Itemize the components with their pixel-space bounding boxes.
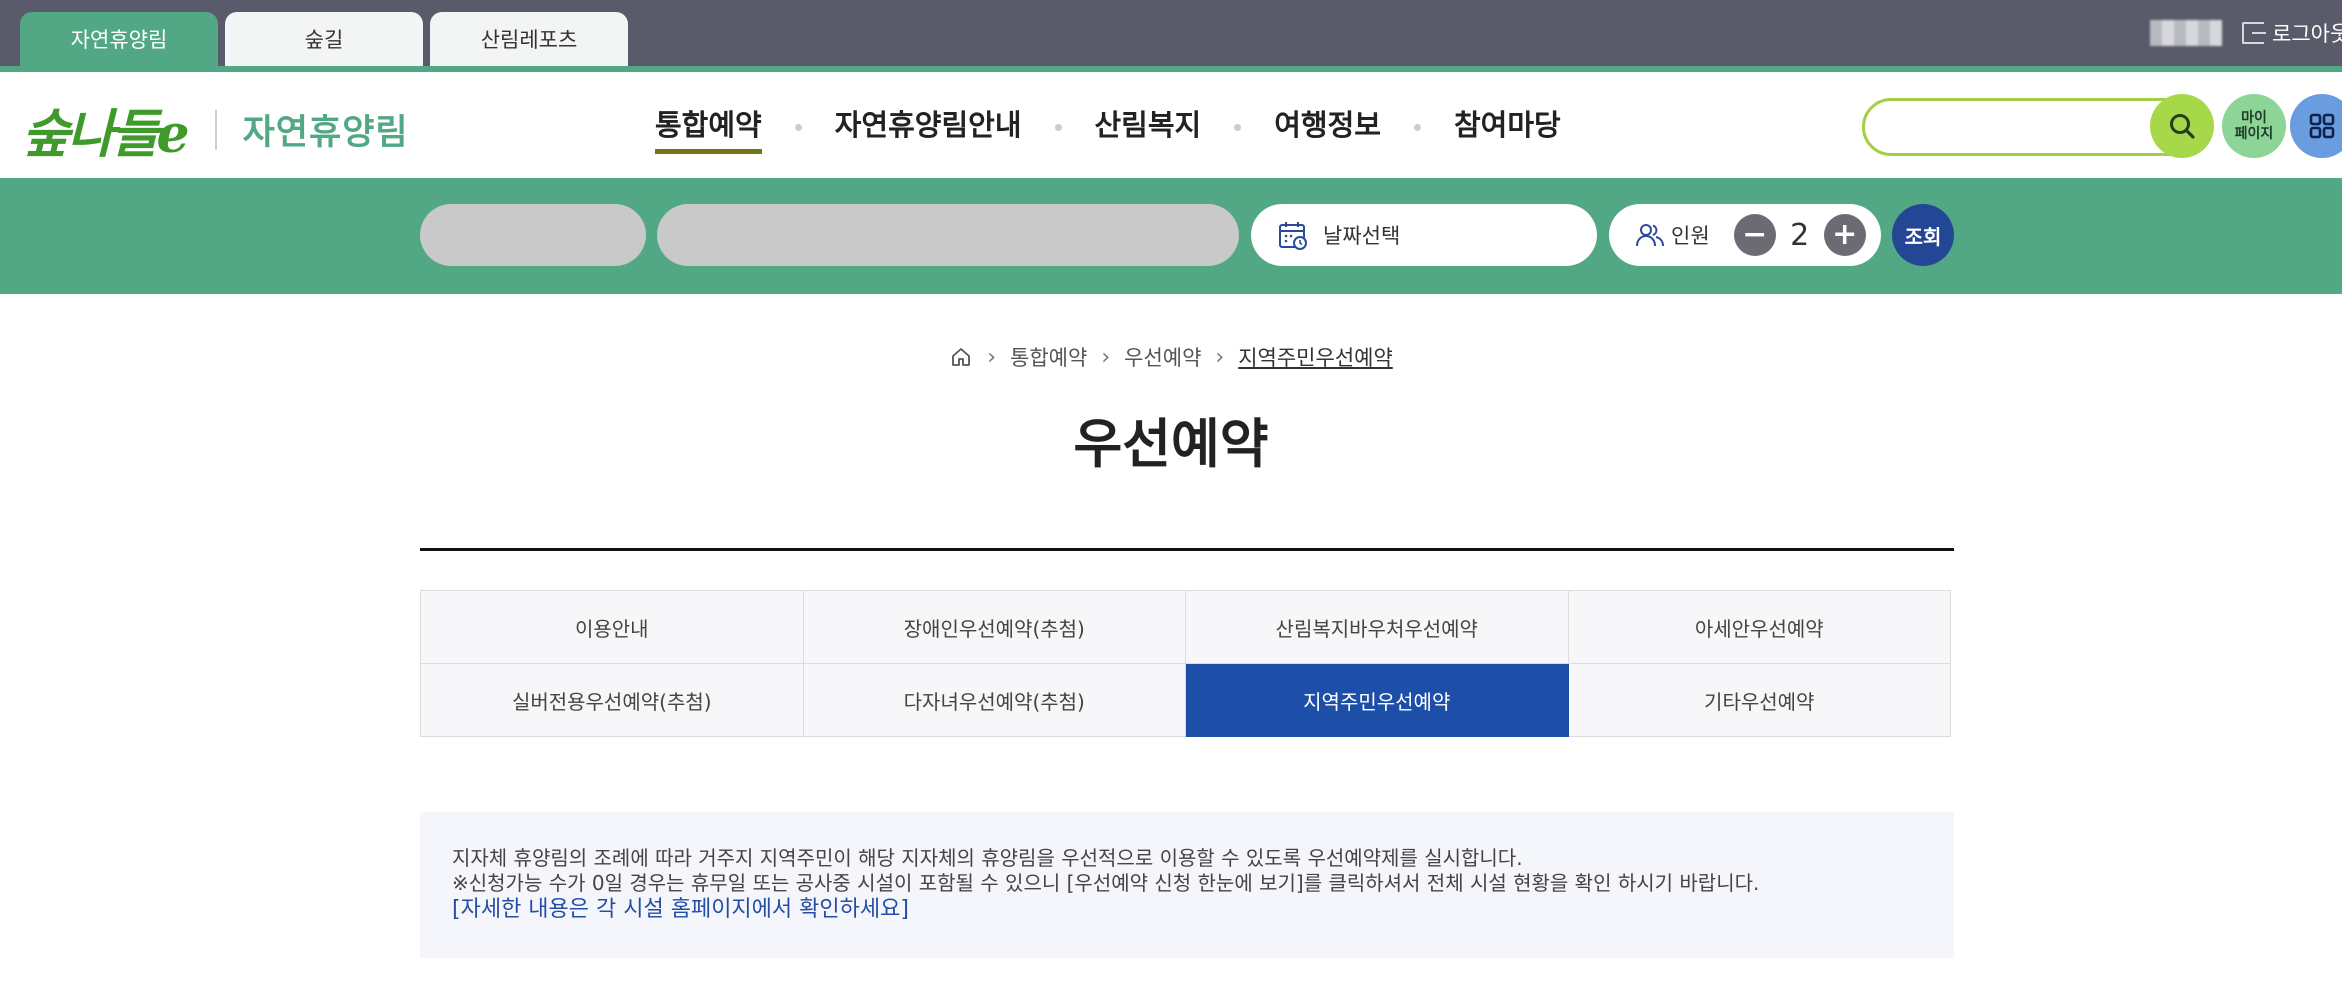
- title-divider: [420, 548, 1954, 551]
- chevron-right-icon: ›: [1101, 344, 1111, 370]
- breadcrumb-item[interactable]: 통합예약: [1010, 342, 1087, 372]
- logo-mark: 숲나들e: [22, 104, 190, 165]
- tab-multichild-priority[interactable]: 다자녀우선예약(추첨): [803, 664, 1186, 737]
- priority-reservation-tabs: 이용안내 장애인우선예약(추첨) 산림복지바우처우선예약 아세안우선예약 실버전…: [420, 590, 1951, 737]
- date-picker-label: 날짜선택: [1323, 224, 1401, 248]
- date-picker[interactable]: 날짜선택: [1251, 204, 1597, 266]
- region-select[interactable]: [420, 204, 646, 266]
- site-tab-recreation-forest[interactable]: 자연휴양림: [20, 12, 218, 66]
- tab-disabled-priority[interactable]: 장애인우선예약(추첨): [803, 591, 1186, 664]
- nav-item-community[interactable]: 참여마당: [1454, 102, 1561, 152]
- breadcrumb-current[interactable]: 지역주민우선예약: [1238, 342, 1393, 372]
- nav-item-forest-guide[interactable]: 자연휴양림안내: [835, 102, 1022, 152]
- site-logo[interactable]: 숲나들e 자연휴양림: [22, 92, 409, 167]
- nav-separator: [1054, 123, 1062, 131]
- quick-search-submit-button[interactable]: 조회: [1892, 204, 1954, 266]
- people-increase-button[interactable]: +: [1823, 214, 1866, 256]
- people-icon: [1636, 224, 1664, 247]
- mypage-button[interactable]: 마이 페이지: [2222, 94, 2286, 158]
- logo-divider: [214, 109, 217, 150]
- home-icon[interactable]: [949, 345, 973, 369]
- logout-icon: [2242, 22, 2266, 44]
- grid-menu-icon: [2309, 113, 2335, 139]
- notice-line: ※신청가능 수가 0일 경우는 휴무일 또는 공사중 시설이 포함될 수 있으니…: [452, 871, 1760, 895]
- tab-local-resident-priority[interactable]: 지역주민우선예약: [1186, 664, 1569, 737]
- site-tab-forest-trail[interactable]: 숲길: [225, 12, 423, 66]
- site-tab-forest-leisure[interactable]: 산림레포츠: [430, 12, 628, 66]
- tab-voucher-priority[interactable]: 산림복지바우처우선예약: [1186, 591, 1569, 664]
- notice-detail-link[interactable]: [자세한 내용은 각 시설 홈페이지에서 확인하세요]: [452, 897, 1922, 922]
- main-nav: 통합예약 자연휴양림안내 산림복지 여행정보 참여마당: [655, 102, 1561, 154]
- mypage-label-line1: 마이: [2241, 110, 2267, 126]
- page-title: 우선예약: [1073, 414, 1269, 475]
- top-utility-bar: 자연휴양림 숲길 산림레포츠 로그아웃: [0, 0, 2342, 66]
- chevron-right-icon: ›: [987, 344, 997, 370]
- logout-link[interactable]: 로그아웃: [2242, 18, 2342, 48]
- tab-usage-guide[interactable]: 이용안내: [421, 591, 804, 664]
- all-menu-button[interactable]: [2290, 94, 2342, 158]
- tab-asean-priority[interactable]: 아세안우선예약: [1568, 591, 1951, 664]
- breadcrumb-item[interactable]: 우선예약: [1124, 342, 1201, 372]
- mypage-label-line2: 페이지: [2234, 126, 2274, 142]
- people-counter: 인원 − 2 +: [1609, 204, 1881, 266]
- people-label: 인원: [1671, 224, 1710, 248]
- tab-other-priority[interactable]: 기타우선예약: [1568, 664, 1951, 737]
- nav-item-integrated-reservation[interactable]: 통합예약: [655, 102, 762, 154]
- notice-line: 지자체 휴양림의 조례에 따라 거주지 지역주민이 해당 지자체의 휴양림을 우…: [452, 846, 1523, 870]
- people-decrease-button[interactable]: −: [1733, 214, 1776, 256]
- user-name-blurred: [2150, 20, 2222, 46]
- tab-silver-priority[interactable]: 실버전용우선예약(추첨): [421, 664, 804, 737]
- header-search-button[interactable]: [2150, 94, 2214, 158]
- nav-separator: [1413, 123, 1421, 131]
- search-icon: [2170, 114, 2195, 139]
- site-header: 숲나들e 자연휴양림 통합예약 자연휴양림안내 산림복지 여행정보 참여마당 마…: [0, 72, 2342, 178]
- nav-item-travel-info[interactable]: 여행정보: [1274, 102, 1381, 152]
- facility-select[interactable]: [657, 204, 1239, 266]
- nav-separator: [794, 123, 802, 131]
- people-count: 2: [1790, 217, 1810, 253]
- nav-separator: [1234, 123, 1242, 131]
- logout-label: 로그아웃: [2272, 22, 2342, 46]
- nav-item-forest-welfare[interactable]: 산림복지: [1095, 102, 1202, 152]
- quick-search-bar: 날짜선택 인원 − 2 + 조회: [0, 178, 2342, 294]
- chevron-right-icon: ›: [1215, 344, 1225, 370]
- calendar-icon: [1279, 222, 1307, 250]
- notice-box: 지자체 휴양림의 조례에 따라 거주지 지역주민이 해당 지자체의 휴양림을 우…: [420, 812, 1954, 958]
- breadcrumb: › 통합예약 › 우선예약 › 지역주민우선예약: [0, 342, 2342, 372]
- logo-subtitle: 자연휴양림: [242, 113, 409, 153]
